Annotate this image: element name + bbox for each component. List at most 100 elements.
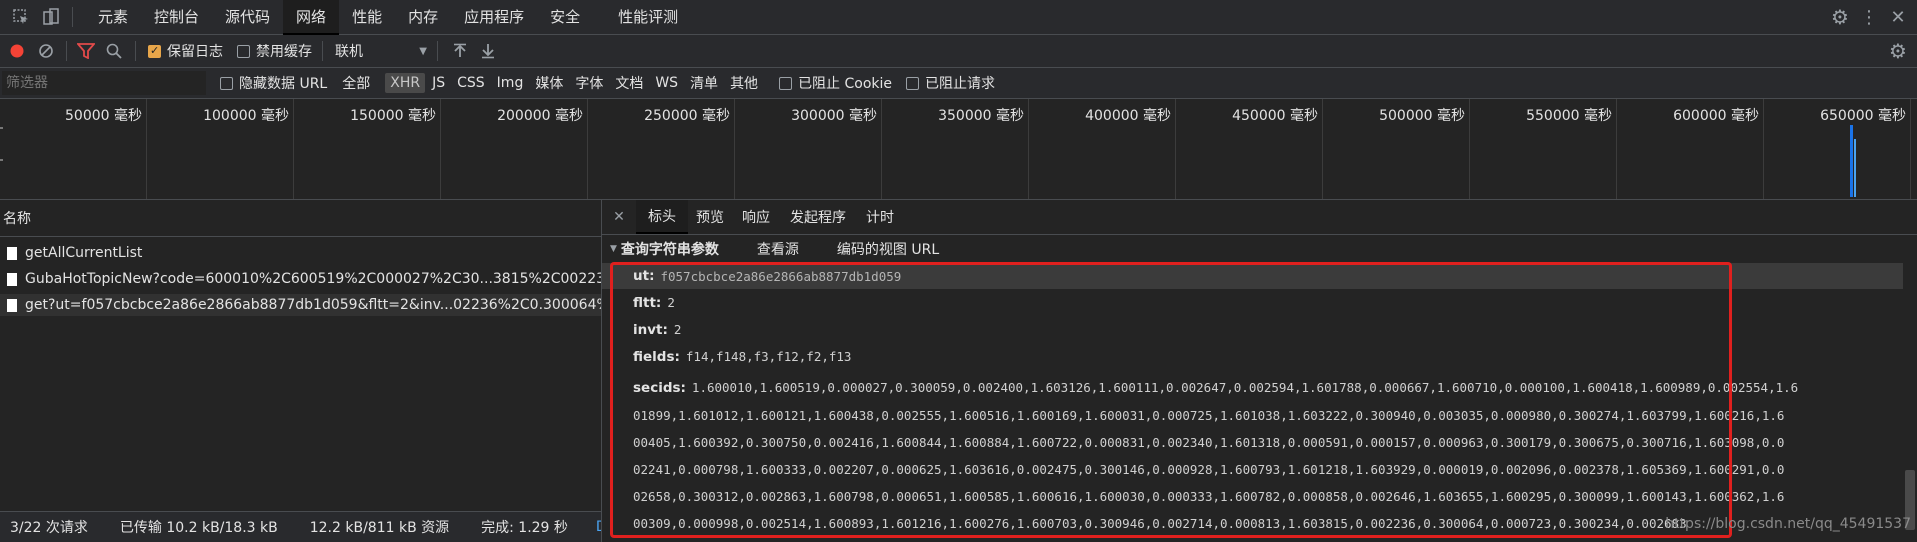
watermark: https://blog.csdn.net/qq_45491537 — [1665, 516, 1911, 532]
type-filter-xhr[interactable]: XHR — [385, 73, 426, 93]
request-list-panel: 名称 getAllCurrentList GubaHotTopicNew?cod… — [0, 200, 602, 542]
tab-security[interactable]: 安全 — [537, 0, 593, 33]
request-count: 3/22 次请求 — [10, 520, 88, 536]
type-filter-ws[interactable]: WS — [650, 73, 683, 93]
more-options-icon[interactable]: ⋮ — [1855, 7, 1883, 28]
type-filter-other[interactable]: 其他 — [725, 71, 763, 95]
timeline-tick-label: 100000 毫秒 — [203, 108, 289, 124]
blocked-cookies-checkbox[interactable]: 已阻止 Cookie — [779, 73, 892, 93]
param-row[interactable]: ut: f057cbcbce2a86e2866ab8877db1d059 — [602, 263, 1903, 289]
gear-icon[interactable]: ⚙ — [1825, 5, 1855, 29]
clear-icon[interactable] — [32, 43, 60, 59]
type-filter-img[interactable]: Img — [492, 73, 529, 93]
resource-type-filters: 全部 XHR JS CSS Img 媒体 字体 文档 WS 清单 其他 — [337, 71, 765, 95]
param-row-secids[interactable]: secids: 1.600010,1.600519,0.000027,0.3000… — [602, 370, 1903, 537]
timeline-gridline — [146, 99, 147, 199]
timeline-request-bar — [1850, 125, 1853, 197]
tab-application[interactable]: 应用程序 — [451, 0, 537, 33]
checkbox-checked[interactable] — [148, 44, 161, 58]
request-row[interactable]: getAllCurrentList — [0, 242, 601, 264]
timeline-gridline — [587, 99, 588, 199]
network-settings-gear-icon[interactable]: ⚙ — [1883, 39, 1913, 63]
timeline-tick-label: 200000 毫秒 — [497, 108, 583, 124]
view-source-link[interactable]: 查看源 — [757, 239, 799, 259]
hide-data-url-checkbox[interactable]: 隐藏数据 URL — [220, 73, 327, 93]
param-row[interactable]: fltt: 2 — [602, 289, 1917, 316]
request-row-selected[interactable]: get?ut=f057cbcbce2a86e2866ab8877db1d059&… — [0, 294, 601, 316]
type-filter-css[interactable]: CSS — [452, 73, 490, 93]
inspect-element-icon[interactable] — [6, 8, 36, 26]
transferred-size: 已传输 10.2 kB/18.3 kB — [119, 520, 278, 536]
timeline-gridline — [293, 99, 294, 199]
timeline-tick-label: 400000 毫秒 — [1085, 108, 1171, 124]
timeline-tick-label: 450000 毫秒 — [1232, 108, 1318, 124]
type-filter-doc[interactable]: 文档 — [610, 71, 648, 95]
blocked-requests-checkbox[interactable]: 已阻止请求 — [906, 73, 995, 93]
close-icon[interactable]: ✕ — [1883, 7, 1913, 28]
type-filter-font[interactable]: 字体 — [570, 71, 608, 95]
domcontentloaded-time: DOMC — [590, 519, 601, 535]
checkbox-unchecked[interactable] — [779, 76, 793, 90]
tab-performance[interactable]: 性能 — [339, 0, 395, 33]
query-string-section-header[interactable]: ▼ 查询字符串参数 查看源 编码的视图 URL — [602, 235, 1917, 263]
disable-cache-label: 禁用缓存 — [256, 44, 312, 60]
throttling-select[interactable]: 联机 ▼ — [335, 41, 427, 61]
type-filter-all[interactable]: 全部 — [337, 71, 375, 95]
param-key: invt: — [633, 321, 668, 338]
filter-icon[interactable] — [73, 43, 99, 59]
type-filter-js[interactable]: JS — [427, 73, 450, 93]
divider — [66, 41, 67, 61]
preserve-log-checkbox[interactable]: 保留日志 — [148, 41, 223, 61]
tab-elements[interactable]: 元素 — [85, 0, 141, 33]
param-value: f14,f148,f3,f12,f2,f13 — [685, 349, 852, 364]
tab-initiator[interactable]: 发起程序 — [780, 200, 856, 234]
timeline-left-edge-marker — [0, 159, 3, 161]
network-status-bar: 3/22 次请求 已传输 10.2 kB/18.3 kB 12.2 kB/811… — [0, 511, 601, 542]
divider — [72, 7, 73, 27]
import-har-icon[interactable] — [444, 43, 476, 59]
tab-memory[interactable]: 内存 — [395, 0, 451, 33]
timeline-gridline — [1469, 99, 1470, 199]
checkbox-unchecked[interactable] — [237, 44, 250, 58]
panel-tabs: 元素 控制台 源代码 网络 性能 内存 应用程序 安全 性能评测 — [79, 0, 691, 35]
checkbox-unchecked[interactable] — [220, 76, 233, 90]
tab-lighthouse[interactable]: 性能评测 — [605, 0, 691, 33]
tab-response[interactable]: 响应 — [732, 200, 780, 234]
timeline-gridline — [1028, 99, 1029, 199]
tab-preview[interactable]: 预览 — [688, 200, 732, 234]
secids-line: 02241,0.000798,1.600333,0.002207,0.00062… — [633, 462, 1785, 477]
param-row[interactable]: fields: f14,f148,f3,f12,f2,f13 — [602, 343, 1917, 370]
param-row[interactable]: invt: 2 — [602, 316, 1917, 343]
type-filter-media[interactable]: 媒体 — [530, 71, 568, 95]
disable-cache-checkbox[interactable]: 禁用缓存 — [237, 41, 312, 61]
secids-line: 00405,1.600392,0.300750,0.002416,1.60084… — [633, 435, 1785, 450]
tab-timing[interactable]: 计时 — [856, 200, 904, 234]
device-toolbar-icon[interactable] — [36, 8, 66, 26]
request-name: GubaHotTopicNew?code=600010%2C600519%2C0… — [25, 271, 601, 287]
timeline-tick-label: 550000 毫秒 — [1526, 108, 1612, 124]
checkbox-unchecked[interactable] — [906, 76, 920, 90]
timeline-tick-label: 600000 毫秒 — [1673, 108, 1759, 124]
param-key: secids: — [633, 380, 686, 396]
timeline-gridline — [734, 99, 735, 199]
tab-network[interactable]: 网络 — [283, 0, 340, 35]
export-har-icon[interactable] — [476, 43, 500, 59]
overview-timeline[interactable]: 50000 毫秒 100000 毫秒 150000 毫秒 200000 毫秒 2… — [0, 99, 1917, 200]
search-icon[interactable] — [99, 43, 129, 59]
close-detail-icon[interactable]: ✕ — [602, 209, 636, 225]
type-filter-manifest[interactable]: 清单 — [685, 71, 723, 95]
tab-sources[interactable]: 源代码 — [212, 0, 283, 33]
tab-headers[interactable]: 标头 — [636, 200, 688, 234]
request-list-header[interactable]: 名称 — [0, 200, 601, 237]
timeline-tick-label: 650000 毫秒 — [1820, 108, 1906, 124]
timeline-gridline — [1322, 99, 1323, 199]
triangle-down-icon: ▼ — [610, 244, 617, 254]
timeline-gridline — [1763, 99, 1764, 199]
filter-input[interactable] — [2, 71, 206, 95]
view-url-encoded-link[interactable]: 编码的视图 URL — [837, 239, 939, 259]
timeline-request-bar — [1854, 139, 1856, 197]
request-row[interactable]: GubaHotTopicNew?code=600010%2C600519%2C0… — [0, 268, 601, 290]
record-icon[interactable] — [2, 44, 32, 58]
tab-console[interactable]: 控制台 — [141, 0, 212, 33]
timeline-gridline — [1910, 99, 1911, 199]
